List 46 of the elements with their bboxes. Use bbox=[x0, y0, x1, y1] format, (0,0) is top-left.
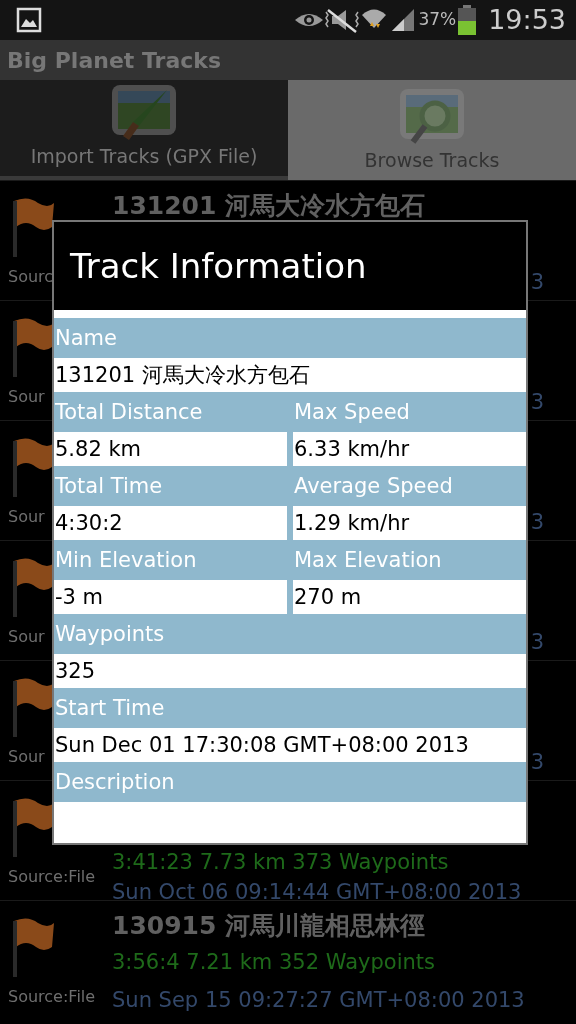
app-title: Big Planet Tracks bbox=[7, 46, 222, 75]
track-stats: 3:41:23 7.73 km 373 Waypoints bbox=[112, 849, 450, 876]
track-title: 131201 河馬大冷水方包石 bbox=[112, 190, 427, 222]
battery-icon bbox=[456, 5, 479, 35]
dialog-title: Track Information bbox=[69, 244, 367, 288]
field-value: 131201 河馬大冷水方包石 bbox=[54, 358, 526, 392]
source-label: Sour bbox=[8, 746, 45, 768]
field-value: 1.29 km/hr bbox=[293, 506, 526, 540]
field-label: Name bbox=[54, 325, 118, 352]
field-value: 6.33 km/hr bbox=[293, 432, 526, 466]
field-label: Average Speed bbox=[293, 473, 454, 500]
battery-percentage: 37% bbox=[418, 8, 457, 32]
source-label: Sour bbox=[8, 626, 45, 648]
field-label: Start Time bbox=[54, 695, 166, 722]
field-label: Min Elevation bbox=[54, 547, 198, 574]
track-date: 3 bbox=[530, 269, 544, 296]
source-label: Sour bbox=[8, 386, 45, 408]
field-label: Max Elevation bbox=[293, 547, 443, 574]
image-icon bbox=[16, 7, 42, 33]
field-label: Total Distance bbox=[54, 399, 204, 426]
field-value: 4:30:2 bbox=[54, 506, 287, 540]
field-value: 270 m bbox=[293, 580, 526, 614]
mute-icon bbox=[324, 6, 361, 34]
track-date: Sun Sep 15 09:27:27 GMT+08:00 2013 bbox=[112, 987, 526, 1014]
field-value: Sun Dec 01 17:30:08 GMT+08:00 2013 bbox=[54, 728, 526, 762]
field-label: Max Speed bbox=[293, 399, 411, 426]
track-title: 130915 河馬川龍相思林徑 bbox=[112, 910, 427, 942]
track-date: Sun Oct 06 09:14:44 GMT+08:00 2013 bbox=[112, 879, 523, 906]
track-date: 3 bbox=[530, 389, 544, 416]
clock: 19:53 bbox=[488, 2, 566, 37]
field-label: Description bbox=[54, 769, 176, 796]
source-label: Sour bbox=[8, 506, 45, 528]
field-value: 5.82 km bbox=[54, 432, 287, 466]
field-label: Waypoints bbox=[54, 621, 166, 648]
track-stats: 3:56:4 7.21 km 352 Waypoints bbox=[112, 949, 436, 976]
field-value: 325 bbox=[54, 654, 526, 688]
source-label: Source:File bbox=[8, 986, 96, 1008]
track-date: 3 bbox=[530, 749, 544, 776]
field-label: Total Time bbox=[54, 473, 164, 500]
source-label: Sourc bbox=[8, 266, 54, 288]
field-value: -3 m bbox=[54, 580, 287, 614]
tab[interactable]: Browse Tracks bbox=[288, 80, 576, 180]
track-date: 3 bbox=[530, 629, 544, 656]
track-date: 3 bbox=[530, 509, 544, 536]
tab[interactable]: Import Tracks (GPX File) bbox=[0, 80, 288, 180]
source-label: Source:File bbox=[8, 866, 96, 888]
